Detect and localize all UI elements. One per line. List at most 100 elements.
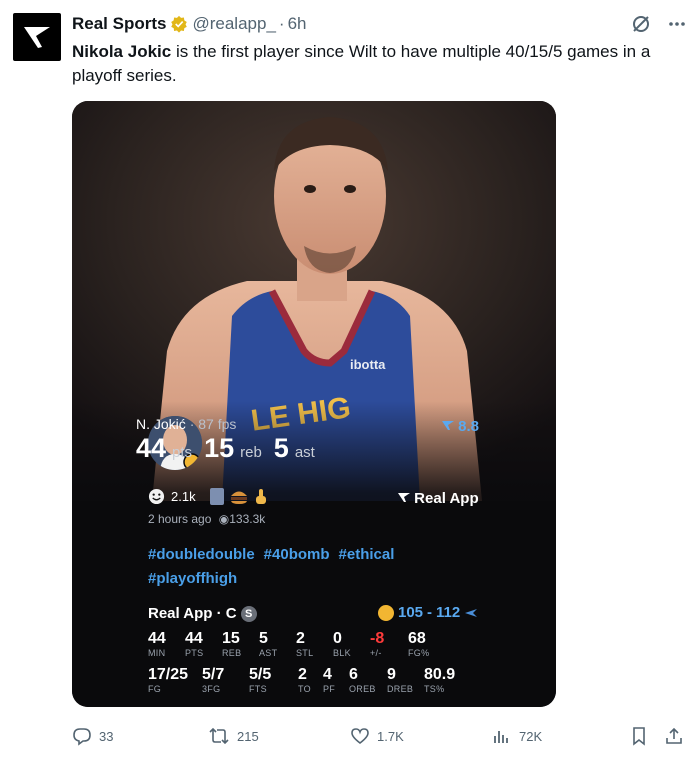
- reaction-count: 2.1k: [171, 489, 196, 504]
- stat-cell: 6 OREB: [349, 666, 376, 694]
- smile-icon[interactable]: [148, 488, 165, 505]
- stat-label: DREB: [387, 684, 414, 694]
- post-meta: 2 hours ago ◉133.3k: [148, 512, 265, 526]
- stat-value: 68: [408, 630, 426, 647]
- grok-icon[interactable]: [631, 14, 651, 34]
- stat-cell: 5/7 3FG: [202, 666, 224, 694]
- stat-value: 9: [387, 666, 396, 683]
- stat-value: 17/25: [148, 666, 189, 683]
- stat-label: PF: [323, 684, 336, 694]
- stat-cell: 5 AST: [259, 630, 277, 658]
- stat-value: -8: [370, 630, 385, 647]
- stat-cell: -8 +/-: [370, 630, 384, 658]
- verified-icon: [171, 15, 188, 33]
- stat-cell: 17/25 FG: [148, 666, 188, 694]
- like-count: 1.7K: [377, 728, 404, 744]
- account-avatar[interactable]: [13, 13, 61, 61]
- stat-value: 0: [333, 630, 342, 647]
- stat-value: 4: [323, 666, 332, 683]
- real-logo-icon: [398, 493, 410, 502]
- stat-value: 5/5: [249, 666, 272, 683]
- retweet-icon: [209, 727, 229, 745]
- retweet-button[interactable]: 215: [208, 726, 259, 746]
- hashtag[interactable]: #ethical: [339, 546, 395, 563]
- stat-label: BLK: [333, 648, 351, 658]
- stat-cell: 2 TO: [298, 666, 311, 694]
- stat-cell: 9 DREB: [387, 666, 413, 694]
- reply-icon: [73, 728, 91, 746]
- separator: ·: [278, 14, 285, 33]
- media-card[interactable]: ibotta LE HIG: [72, 101, 556, 707]
- view-count: 72K: [519, 728, 543, 744]
- tweet-text: Nikola Jokic is the first player since W…: [72, 40, 687, 88]
- like-button[interactable]: 1.7K: [350, 726, 404, 746]
- stat-cell: 5/5 FTS: [249, 666, 271, 694]
- views-button[interactable]: 72K: [492, 726, 542, 746]
- stat-label: TS%: [424, 684, 445, 694]
- stat-label: TO: [298, 684, 311, 694]
- box-score-title: Real App · C S: [148, 605, 257, 622]
- stat-value: 80.9: [424, 666, 456, 683]
- stat-label: 3FG: [202, 684, 221, 694]
- more-icon[interactable]: [667, 14, 687, 34]
- stat-value: 2: [298, 666, 307, 683]
- real-app-label: Real App: [414, 490, 479, 507]
- svg-text:ibotta: ibotta: [350, 357, 386, 372]
- card-emoji-icon: [209, 488, 224, 505]
- stat-cell: 15 REB: [222, 630, 241, 658]
- stat-value: 5: [259, 630, 268, 647]
- player-score-value: 8.8: [458, 418, 480, 435]
- finger-emoji-icon: [255, 489, 266, 504]
- nuggets-logo-icon: [378, 604, 394, 621]
- stat-label: FG%: [408, 648, 430, 658]
- burger-emoji-icon: [230, 491, 247, 504]
- hashtag[interactable]: #playoffhigh: [148, 570, 237, 587]
- stat-value: 5/7: [202, 666, 225, 683]
- card-views: 133.3k: [229, 512, 266, 526]
- stat-label: STL: [296, 648, 314, 658]
- stat-cell: 68 FG%: [408, 630, 429, 658]
- pts-value: 44: [136, 433, 167, 463]
- stat-label: AST: [259, 648, 278, 658]
- views-icon: [494, 731, 508, 743]
- stat-value: 15: [222, 630, 240, 647]
- stat-cell: 2 STL: [296, 630, 313, 658]
- starter-badge: S: [240, 605, 257, 622]
- bookmark-icon[interactable]: [629, 726, 649, 746]
- stat-value: 2: [296, 630, 305, 647]
- reb-unit: reb: [240, 444, 262, 461]
- score-home: 105: [398, 604, 424, 621]
- eye-icon: ◉: [218, 512, 230, 526]
- real-sports-logo-icon: [24, 27, 50, 48]
- stat-label: PTS: [185, 648, 204, 658]
- player-statline: 44 pts 15 reb 5 ast: [136, 433, 321, 464]
- time-ago: 2 hours ago: [148, 512, 212, 526]
- stat-label: MIN: [148, 648, 166, 658]
- hashtag[interactable]: #40bomb: [264, 546, 330, 563]
- like-icon: [351, 728, 369, 745]
- reply-button[interactable]: 33: [72, 726, 113, 746]
- box-title-text: Real App · C: [148, 605, 237, 622]
- stat-cell: 0 BLK: [333, 630, 351, 658]
- real-app-brand[interactable]: Real App: [398, 490, 479, 507]
- player-name[interactable]: N. Jokić: [136, 416, 186, 432]
- player-fps: · 87 fps: [189, 416, 237, 432]
- hashtag[interactable]: #doubledouble: [148, 546, 255, 563]
- stat-label: REB: [222, 648, 242, 658]
- ast-value: 5: [273, 433, 289, 463]
- stat-cell: 80.9 TS%: [424, 666, 455, 694]
- handle[interactable]: @realapp_: [192, 14, 275, 34]
- stat-cell: 44 PTS: [185, 630, 203, 658]
- stat-value: 44: [185, 630, 203, 647]
- retweet-count: 215: [237, 728, 259, 744]
- hashtags: #doubledouble #40bomb #ethical #playoffhig…: [148, 543, 448, 591]
- thunder-logo-icon: [465, 608, 478, 617]
- share-icon[interactable]: [664, 726, 684, 746]
- game-score[interactable]: 105-112: [378, 604, 478, 621]
- player-name-row: N. Jokić · 87 fps: [136, 416, 236, 432]
- timestamp[interactable]: 6h: [288, 14, 307, 34]
- display-name[interactable]: Real Sports: [72, 14, 166, 34]
- tweet-header: Real Sports @realapp_ · 6h: [72, 13, 687, 35]
- stat-value: 6: [349, 666, 358, 683]
- real-logo-icon: [442, 421, 454, 430]
